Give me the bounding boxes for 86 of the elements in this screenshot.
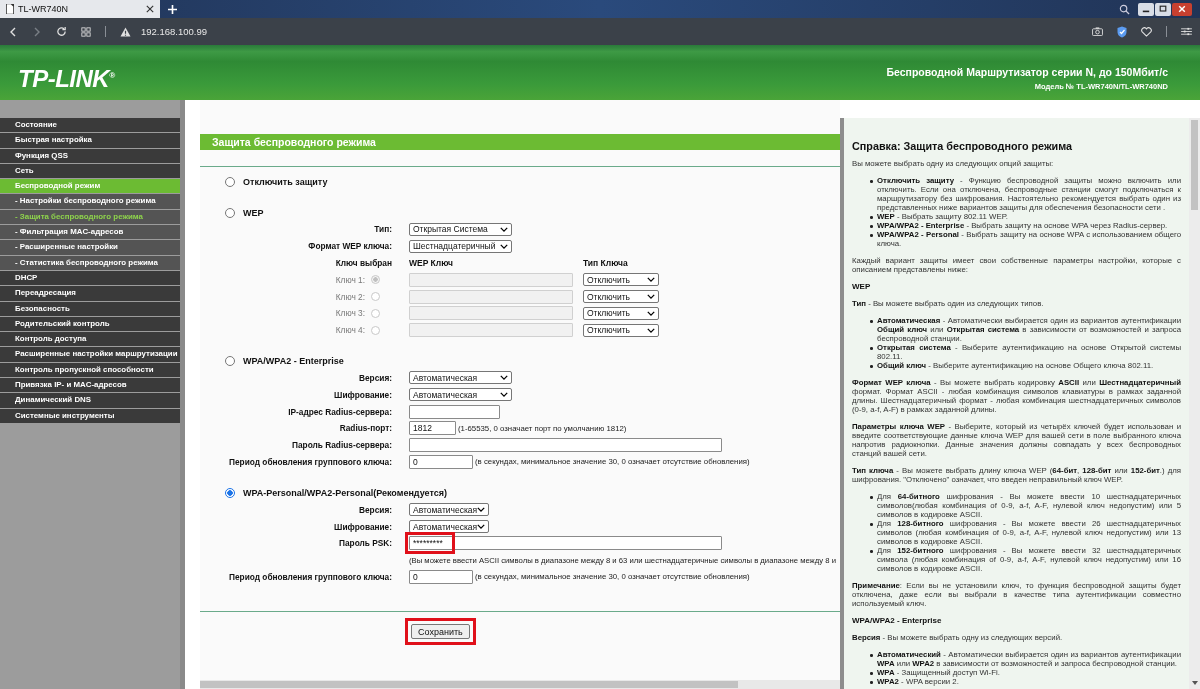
chevron-icon (647, 310, 655, 316)
help-heading: WPA/WPA2 - Enterprise (852, 616, 943, 625)
chevron-icon (500, 243, 508, 249)
chevron-icon (500, 226, 508, 232)
field-label: Пароль PSK: (338, 538, 392, 549)
close-button[interactable] (1172, 2, 1192, 16)
field-label: Тип: (373, 224, 392, 235)
text-field[interactable]: 0 (409, 569, 473, 584)
brand-logo: TP-LINK$^{®}$ (18, 64, 115, 93)
column-header: Ключ выбран (334, 258, 392, 268)
maximize-icon (1159, 5, 1167, 13)
url-text[interactable]: 192.168.100.99 (141, 26, 208, 37)
option-label: WEP (243, 207, 264, 218)
option-label: Отключить защиту (243, 176, 328, 187)
chevron-icon (647, 327, 655, 333)
scroll-thumb[interactable] (1191, 120, 1198, 210)
dropdown[interactable]: Автоматическая (409, 371, 512, 385)
reload-icon[interactable] (56, 26, 67, 37)
field-label: Период обновления группового ключа: (228, 571, 392, 582)
radio-button[interactable] (225, 207, 235, 218)
chevron-icon (477, 524, 486, 530)
text-field[interactable] (409, 289, 573, 304)
warning-icon[interactable] (120, 26, 131, 37)
page-icon (6, 4, 14, 14)
field-label: Шифрование: (333, 521, 392, 532)
grid-icon[interactable] (81, 26, 91, 37)
tab-title: TL-WR740N (18, 4, 69, 14)
column-header: Тип Ключа (583, 258, 628, 268)
field-label: Версия: (358, 504, 392, 515)
product-title: Беспроводной Маршрутизатор серии N, до 150Мбит/с (886, 66, 1168, 78)
option-label: WPA-Personal/WPA2-Personal(Рекомендуется) (243, 487, 447, 498)
key-label: Ключ 2: (335, 291, 365, 302)
text-field[interactable] (409, 306, 573, 321)
field-label: Формат WEP ключа: (307, 241, 392, 252)
back-icon[interactable] (8, 26, 18, 37)
text-field[interactable] (409, 272, 573, 287)
new-tab-icon[interactable] (168, 4, 177, 14)
heart-icon[interactable] (1141, 26, 1152, 37)
chevron-icon (647, 294, 655, 300)
field-label: Пароль Radius-сервера: (291, 440, 392, 451)
text-field[interactable] (409, 323, 573, 338)
help-title: Справка: Защита беспроводного режима (852, 142, 1074, 151)
dropdown[interactable]: Открытая Система (409, 222, 512, 236)
option-label: WPA/WPA2 - Enterprise (243, 356, 344, 367)
close-icon[interactable] (146, 5, 154, 13)
field-label: IP-адрес Radius-сервера: (287, 406, 392, 417)
chevron-icon (647, 277, 655, 283)
chevron-icon (500, 375, 508, 381)
menu-icon[interactable] (1181, 27, 1192, 36)
forward-icon[interactable] (32, 26, 42, 37)
dropdown[interactable]: Автоматическая (409, 520, 489, 534)
search-icon[interactable] (1119, 3, 1130, 15)
radio-button[interactable] (225, 487, 235, 498)
text-field[interactable] (409, 438, 722, 453)
save-button[interactable]: Сохранить (411, 624, 470, 640)
field-label: Шифрование: (333, 389, 392, 400)
minimize-button[interactable] (1138, 2, 1154, 16)
camera-icon[interactable] (1092, 27, 1103, 36)
scroll-thumb[interactable] (200, 681, 738, 688)
shield-icon[interactable] (1117, 25, 1127, 38)
field-label: Версия: (358, 372, 392, 383)
key-label: Ключ 4: (335, 325, 365, 336)
radio-button[interactable] (225, 356, 235, 367)
text-field[interactable]: ********* (409, 536, 722, 551)
radio-button[interactable] (225, 176, 235, 187)
close-icon (1178, 5, 1186, 13)
field-label: Период обновления группового ключа: (228, 456, 392, 467)
text-field[interactable]: 1812 (409, 421, 456, 436)
help-heading: WEP (852, 282, 872, 291)
section-title: Защита беспроводного режима (200, 134, 840, 150)
scroll-arrow-icon[interactable] (1191, 681, 1198, 685)
field-label: Radius-порт: (338, 423, 392, 434)
chevron-icon (477, 507, 486, 513)
dropdown[interactable]: Шестнадцатеричный (409, 239, 512, 253)
dropdown[interactable]: Автоматическая (409, 503, 489, 517)
text-field[interactable] (409, 404, 500, 419)
dropdown[interactable]: Автоматическая (409, 388, 512, 402)
key-label: Ключ 3: (335, 308, 365, 319)
chevron-icon (500, 392, 508, 398)
browser-tab[interactable]: TL-WR740N (0, 0, 160, 18)
maximize-button[interactable] (1155, 2, 1171, 16)
column-header: WEP Ключ (409, 258, 455, 268)
text-field[interactable]: 0 (409, 454, 473, 469)
key-label: Ключ 1: (335, 274, 365, 285)
scrollbar[interactable] (1189, 118, 1200, 689)
scrollbar[interactable] (200, 680, 840, 689)
